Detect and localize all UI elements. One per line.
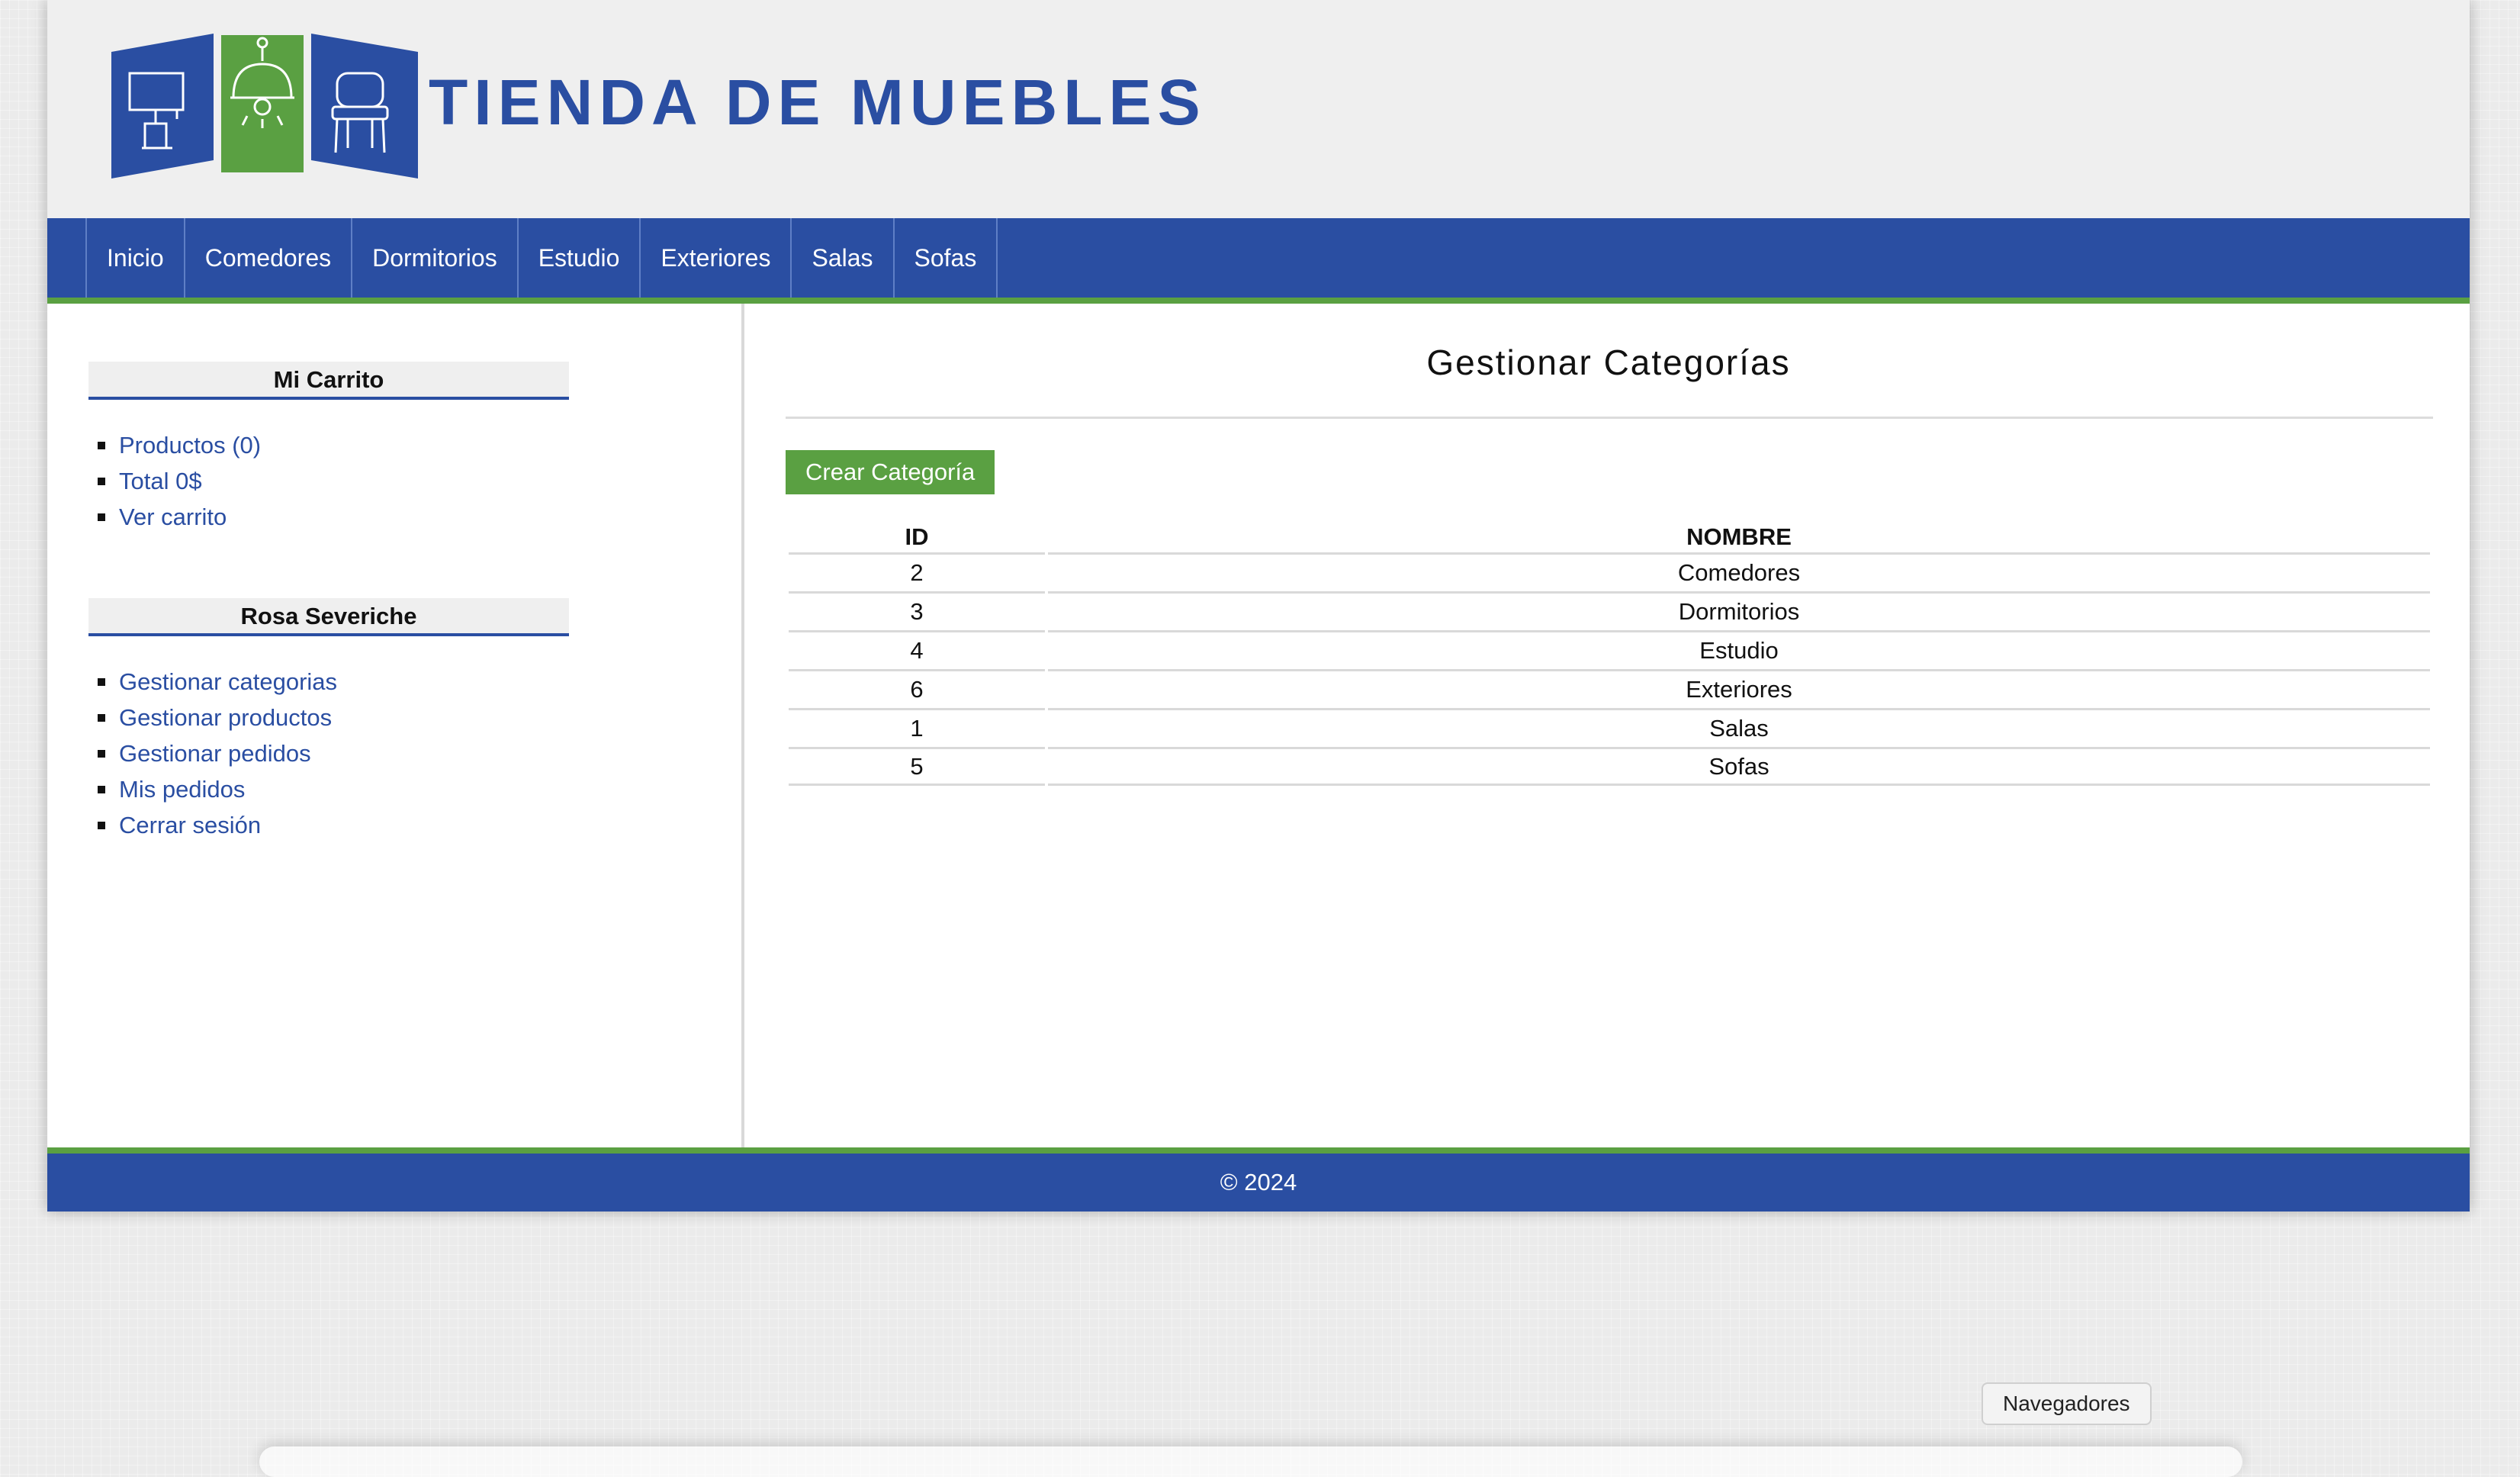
- bullet-icon: [98, 821, 105, 829]
- copyright-text: © 2024: [1220, 1169, 1297, 1195]
- bullet-icon: [98, 749, 105, 758]
- create-category-button[interactable]: Crear Categoría: [786, 450, 995, 494]
- manage-orders-link[interactable]: Gestionar pedidos: [98, 735, 569, 771]
- main-nav: Inicio Comedores Dormitorios Estudio Ext…: [47, 218, 2470, 304]
- bullet-icon: [98, 677, 105, 686]
- cell-id: 2: [789, 552, 1045, 591]
- view-cart-link[interactable]: Ver carrito: [98, 499, 569, 535]
- site-header: TIENDA DE MUEBLES: [47, 0, 2470, 218]
- cell-nombre: Dormitorios: [1048, 591, 2430, 630]
- manage-products-link[interactable]: Gestionar productos: [98, 700, 569, 735]
- cell-id: 6: [789, 669, 1045, 708]
- nav-item-inicio[interactable]: Inicio: [85, 218, 184, 298]
- nav-item-exteriores[interactable]: Exteriores: [639, 218, 790, 298]
- column-header-nombre: NOMBRE: [1686, 523, 1792, 550]
- cell-nombre: Exteriores: [1048, 669, 2430, 708]
- sidebar: Mi Carrito Productos (0) Total 0$ Ver ca…: [47, 304, 744, 1147]
- column-header-id: ID: [905, 523, 929, 550]
- cell-nombre: Sofas: [1048, 747, 2430, 786]
- nav-item-estudio[interactable]: Estudio: [516, 218, 640, 298]
- bullet-icon: [98, 713, 105, 722]
- cart-box: Mi Carrito Productos (0) Total 0$ Ver ca…: [88, 362, 569, 535]
- logout-link[interactable]: Cerrar sesión: [98, 807, 569, 843]
- table-row: 5 Sofas: [789, 747, 2430, 786]
- cell-id: 3: [789, 591, 1045, 630]
- site-title[interactable]: TIENDA DE MUEBLES: [429, 66, 1207, 140]
- store-logo[interactable]: [111, 34, 418, 179]
- page-container: TIENDA DE MUEBLES Inicio Comedores Dormi…: [47, 0, 2470, 1212]
- table-header-row: ID NOMBRE: [789, 522, 2430, 552]
- cell-id: 1: [789, 708, 1045, 747]
- page-title: Gestionar Categorías: [1426, 343, 1791, 382]
- cart-heading: Mi Carrito: [88, 362, 569, 400]
- cart-list: Productos (0) Total 0$ Ver carrito: [98, 427, 569, 535]
- cell-id: 4: [789, 630, 1045, 669]
- dock-tooltip: Navegadores: [1982, 1382, 2152, 1425]
- table-row: 4 Estudio: [789, 630, 2430, 669]
- nav-item-sofas[interactable]: Sofas: [892, 218, 998, 298]
- nav-item-salas[interactable]: Salas: [790, 218, 892, 298]
- bullet-icon: [98, 441, 105, 449]
- cart-products-link[interactable]: Productos (0): [98, 427, 569, 463]
- table-row: 1 Salas: [789, 708, 2430, 747]
- user-menu-list: Gestionar categorias Gestionar productos…: [98, 664, 569, 843]
- manage-categories-link[interactable]: Gestionar categorias: [98, 664, 569, 700]
- bullet-icon: [98, 513, 105, 521]
- categories-table: ID NOMBRE 2 Comedores 3 Dormitorios 4 Es…: [786, 522, 2433, 786]
- bullet-icon: [98, 477, 105, 485]
- nav-item-dormitorios[interactable]: Dormitorios: [351, 218, 517, 298]
- my-orders-link[interactable]: Mis pedidos: [98, 771, 569, 807]
- cell-nombre: Estudio: [1048, 630, 2430, 669]
- table-row: 6 Exteriores: [789, 669, 2430, 708]
- main-content: Gestionar Categorías Crear Categoría ID …: [747, 304, 2470, 1147]
- cell-nombre: Salas: [1048, 708, 2430, 747]
- user-heading: Rosa Severiche: [88, 598, 569, 636]
- table-row: 3 Dormitorios: [789, 591, 2430, 630]
- nav-item-comedores[interactable]: Comedores: [183, 218, 351, 298]
- cart-total-link[interactable]: Total 0$: [98, 463, 569, 499]
- title-divider: [786, 417, 2433, 419]
- table-row: 2 Comedores: [789, 552, 2430, 591]
- os-dock: [259, 1446, 2242, 1477]
- cell-id: 5: [789, 747, 1045, 786]
- site-footer: © 2024: [47, 1147, 2470, 1212]
- user-box: Rosa Severiche Gestionar categorias Gest…: [88, 598, 569, 843]
- bullet-icon: [98, 785, 105, 793]
- cell-nombre: Comedores: [1048, 552, 2430, 591]
